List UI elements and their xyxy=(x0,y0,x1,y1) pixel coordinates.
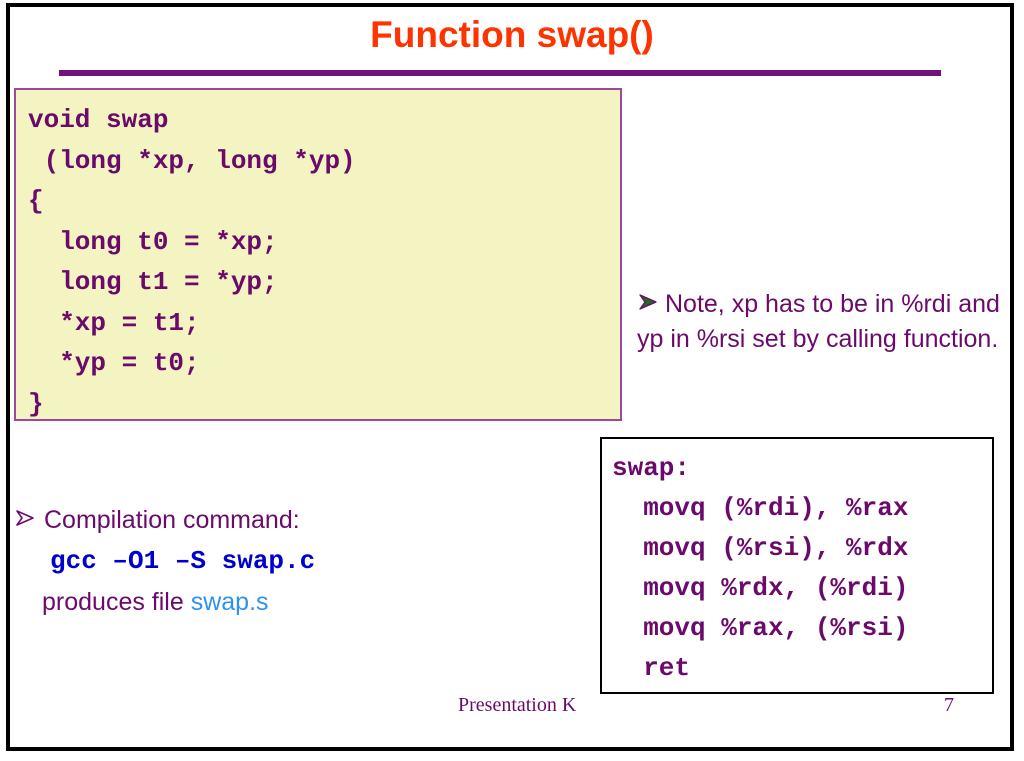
assembly-line: movq %rdx, (%rdi) xyxy=(612,573,909,603)
register-note: Note, xp has to be in %rdi and yp in %rs… xyxy=(637,287,1007,356)
green-arrow-bullet-icon xyxy=(637,288,659,322)
compilation-note: Compilation command: gcc –O1 –S swap.c p… xyxy=(14,503,574,619)
c-code-block: void swap (long *xp, long *yp) { long t0… xyxy=(14,88,622,421)
slide-canvas: Function swap() void swap (long *xp, lon… xyxy=(0,0,1024,761)
code-line: *yp = t0; xyxy=(28,348,200,378)
code-line: (long *xp, long *yp) xyxy=(28,145,356,176)
produces-line: produces file swap.s xyxy=(14,585,574,619)
code-line: void swap xyxy=(28,105,169,135)
assembly-line: movq (%rsi), %rdx xyxy=(612,533,909,563)
code-line: } xyxy=(28,388,44,419)
compilation-command: gcc –O1 –S swap.c xyxy=(50,546,316,576)
assembly-line: movq (%rdi), %rax xyxy=(612,493,909,523)
assembly-line: swap: xyxy=(612,453,691,483)
note-text-wrapper: Note, xp has to be in %rdi and yp in %rs… xyxy=(637,287,1007,356)
footer-presentation-name: Presentation K xyxy=(458,694,577,716)
note-text: Note, xp has to be in %rdi and yp in %rs… xyxy=(637,290,1000,353)
compilation-label-wrapper: Compilation command: xyxy=(14,503,574,538)
title-divider xyxy=(59,70,941,76)
compilation-label: Compilation command: xyxy=(44,506,300,534)
assembly-line: movq %rax, (%rsi) xyxy=(612,613,909,643)
footer-page-number: 7 xyxy=(944,694,954,716)
code-line: { xyxy=(28,186,44,216)
purple-arrow-bullet-icon xyxy=(14,504,36,538)
produces-prefix: produces file xyxy=(42,588,191,616)
code-line: *xp = t1; xyxy=(28,307,200,338)
code-line: long t0 = *xp; xyxy=(28,226,278,257)
assembly-line: ret xyxy=(612,653,691,683)
code-line: long t1 = *yp; xyxy=(28,267,278,297)
assembly-code-block: swap: movq (%rdi), %rax movq (%rsi), %rd… xyxy=(600,437,994,694)
page-title: Function swap() xyxy=(370,14,654,55)
produces-filename: swap.s xyxy=(190,588,269,616)
